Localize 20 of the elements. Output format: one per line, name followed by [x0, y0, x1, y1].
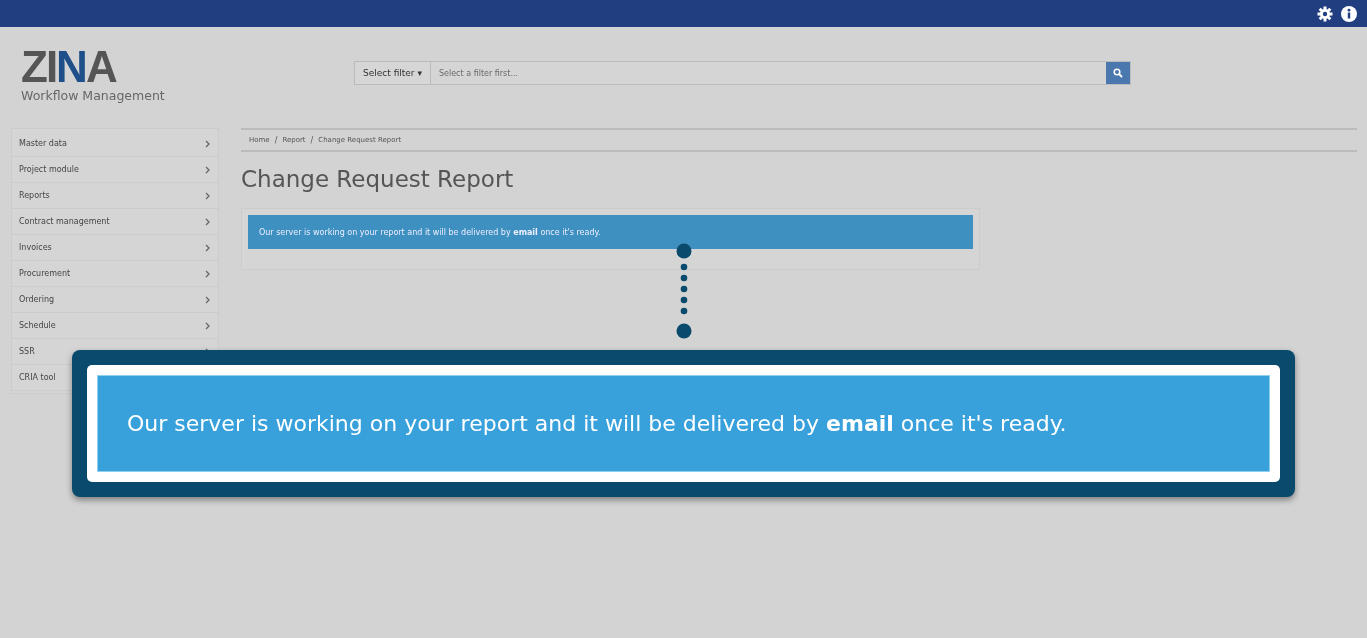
search-button[interactable] — [1106, 62, 1130, 84]
settings-icon[interactable] — [1317, 5, 1333, 22]
page-title: Change Request Report — [241, 166, 515, 192]
logo-subtitle: Workflow Management — [21, 88, 166, 103]
sidebar-item[interactable]: Procurement — [12, 261, 218, 287]
sidebar-item[interactable]: Reports — [12, 183, 218, 209]
info-icon[interactable] — [1341, 5, 1357, 22]
sidebar-item[interactable]: Project module — [12, 157, 218, 183]
sidebar-item[interactable]: Contract management — [12, 209, 218, 235]
sidebar-item[interactable]: Ordering — [12, 287, 218, 313]
logo: ZINA — [21, 47, 118, 87]
sidebar-item[interactable]: Invoices — [12, 235, 218, 261]
breadcrumb-separator: / — [274, 135, 278, 145]
sidebar-item[interactable]: Schedule — [12, 313, 218, 339]
info-alert: Our server is working on your report and it will be delivered by email once it's ready. — [248, 215, 973, 249]
sidebar-item[interactable]: Master data — [12, 131, 218, 157]
callout-message: Our server is working on your report and it will be delivered by email once it's ready. — [97, 375, 1270, 472]
breadcrumb-separator: / — [310, 135, 314, 145]
search-field[interactable]: Select filter ▾ Select a filter first... — [354, 61, 1131, 85]
search-icon — [1113, 68, 1123, 78]
